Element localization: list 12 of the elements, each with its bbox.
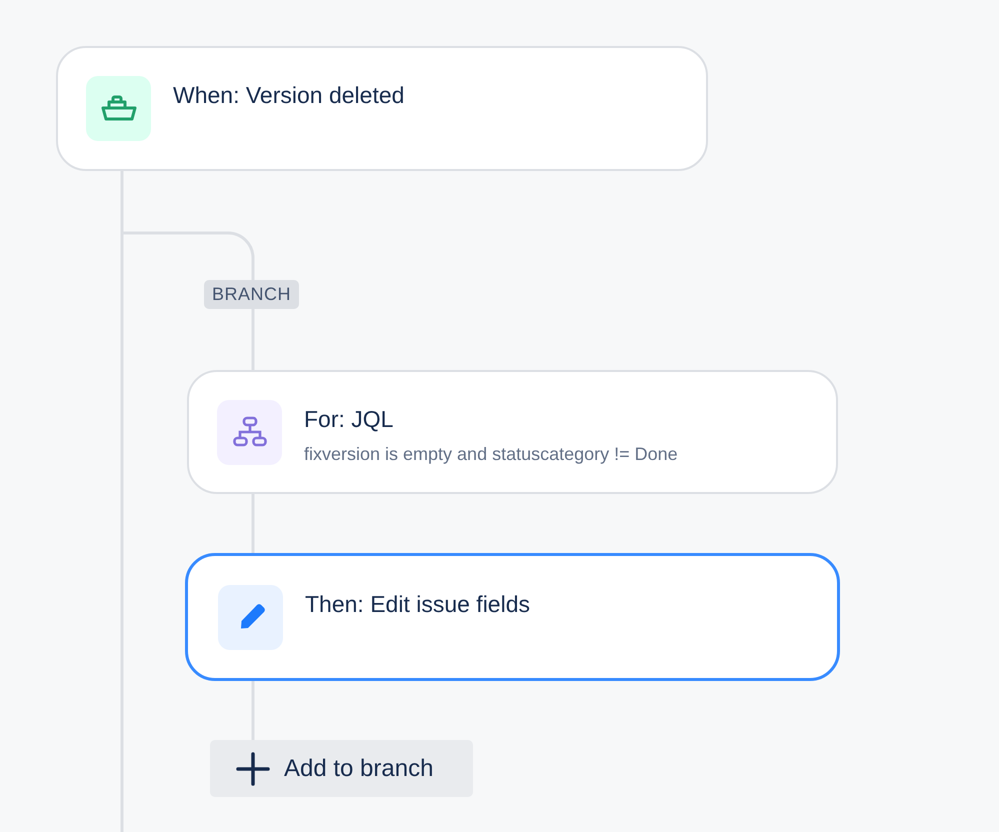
step-description: fixversion is empty and statuscategory != Done — [304, 444, 678, 465]
plus-icon — [236, 752, 270, 786]
trigger-card[interactable]: When: Version deleted — [56, 46, 708, 171]
step-card[interactable]: For: JQL fixversion is empty and statuscategory != Done — [187, 370, 838, 494]
step-title: Then: Edit issue fields — [305, 590, 530, 619]
add-to-branch-button[interactable]: Add to branch — [210, 740, 473, 797]
hierarchy-icon — [232, 416, 266, 450]
ship-icon — [100, 94, 136, 122]
branch-label: BRANCH — [204, 280, 300, 309]
step-title: When: Version deleted — [173, 81, 404, 110]
step-title: For: JQL — [304, 405, 394, 434]
step-card[interactable]: Then: Edit issue fields — [185, 553, 840, 681]
